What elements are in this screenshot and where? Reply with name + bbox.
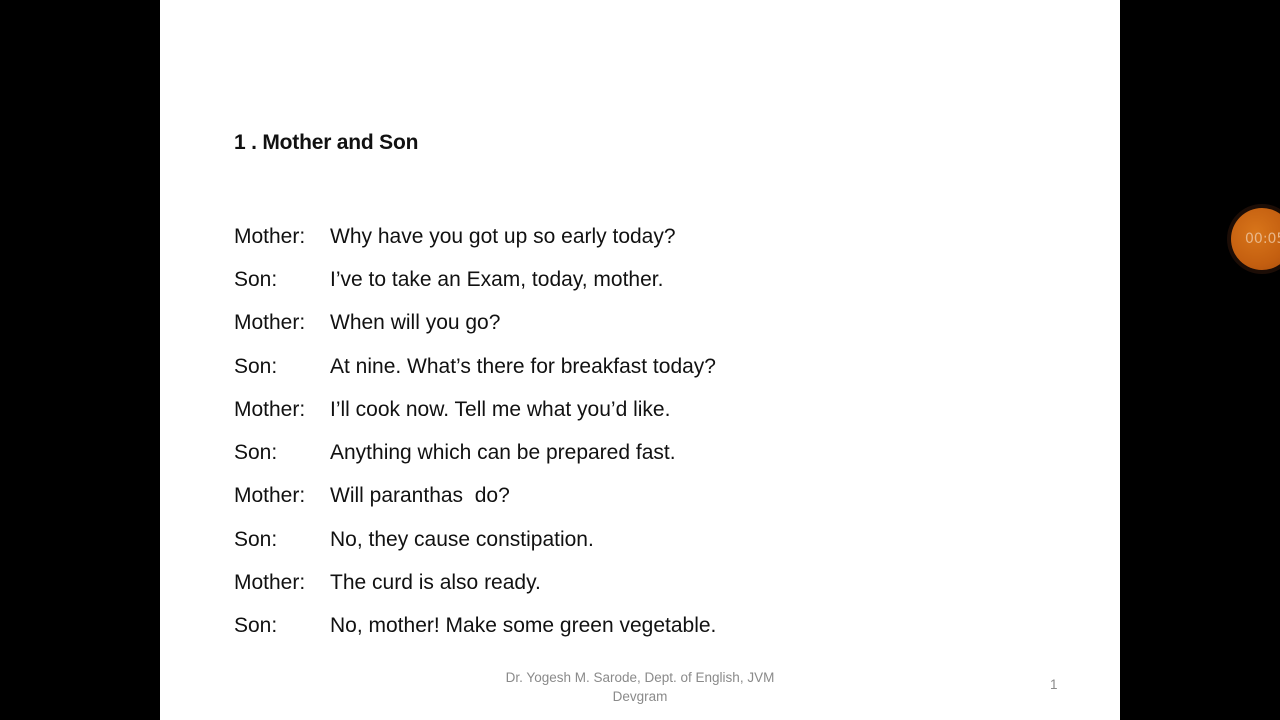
footer-line-2: Devgram xyxy=(612,689,668,704)
speaker-label: Mother: xyxy=(234,484,306,508)
speaker-label: Mother: xyxy=(234,397,306,421)
utterance-text: At nine. What’s there for breakfast toda… xyxy=(330,354,716,378)
utterance-text: Will paranthas do? xyxy=(330,484,510,508)
speaker-label: Mother: xyxy=(234,571,306,595)
utterance-text: When will you go? xyxy=(330,311,501,335)
page-number: 1 xyxy=(1050,677,1058,692)
speaker-label: Son: xyxy=(234,614,278,638)
speaker-label: Mother: xyxy=(234,311,306,335)
dialogue-line: Mother: Why have you got up so early tod… xyxy=(234,215,716,258)
slide-footer: Dr. Yogesh M. Sarode, Dept. of English, … xyxy=(490,668,790,706)
dialogue-line: Son: No, mother! Make some green vegetab… xyxy=(234,605,716,648)
presentation-slide: 1 . Mother and Son Mother: Why have you … xyxy=(160,0,1120,720)
dialogue-line: Mother: The curd is also ready. xyxy=(234,561,716,604)
speaker-label: Son: xyxy=(234,527,278,551)
screen: 1 . Mother and Son Mother: Why have you … xyxy=(0,0,1280,720)
recording-timer-text: 00:05 xyxy=(1245,231,1280,247)
utterance-text: I’ve to take an Exam, today, mother. xyxy=(330,267,664,291)
recording-timer-button[interactable]: 00:05 xyxy=(1227,204,1280,274)
utterance-text: Anything which can be prepared fast. xyxy=(330,441,676,465)
dialogue-line: Mother: When will you go? xyxy=(234,302,716,345)
speaker-label: Son: xyxy=(234,354,278,378)
dialogue-line: Son: No, they cause constipation. xyxy=(234,518,716,561)
dialogue-line: Son: Anything which can be prepared fast… xyxy=(234,431,716,474)
utterance-text: The curd is also ready. xyxy=(330,571,541,595)
footer-line-1: Dr. Yogesh M. Sarode, Dept. of English, … xyxy=(505,670,775,685)
dialogue-line: Mother: Will paranthas do? xyxy=(234,475,716,518)
slide-title: 1 . Mother and Son xyxy=(234,131,419,154)
speaker-label: Son: xyxy=(234,267,278,291)
recording-timer-circle: 00:05 xyxy=(1231,208,1280,270)
dialogue-line: Son: At nine. What’s there for breakfast… xyxy=(234,345,716,388)
speaker-label: Son: xyxy=(234,441,278,465)
dialogue-line: Mother: I’ll cook now. Tell me what you’… xyxy=(234,388,716,431)
utterance-text: Why have you got up so early today? xyxy=(330,224,676,248)
utterance-text: No, mother! Make some green vegetable. xyxy=(330,614,717,638)
dialogue-line: Son: I’ve to take an Exam, today, mother… xyxy=(234,258,716,301)
speaker-label: Mother: xyxy=(234,224,306,248)
utterance-text: No, they cause constipation. xyxy=(330,527,594,551)
dialogue-list: Mother: Why have you got up so early tod… xyxy=(234,215,716,648)
utterance-text: I’ll cook now. Tell me what you’d like. xyxy=(330,397,671,421)
